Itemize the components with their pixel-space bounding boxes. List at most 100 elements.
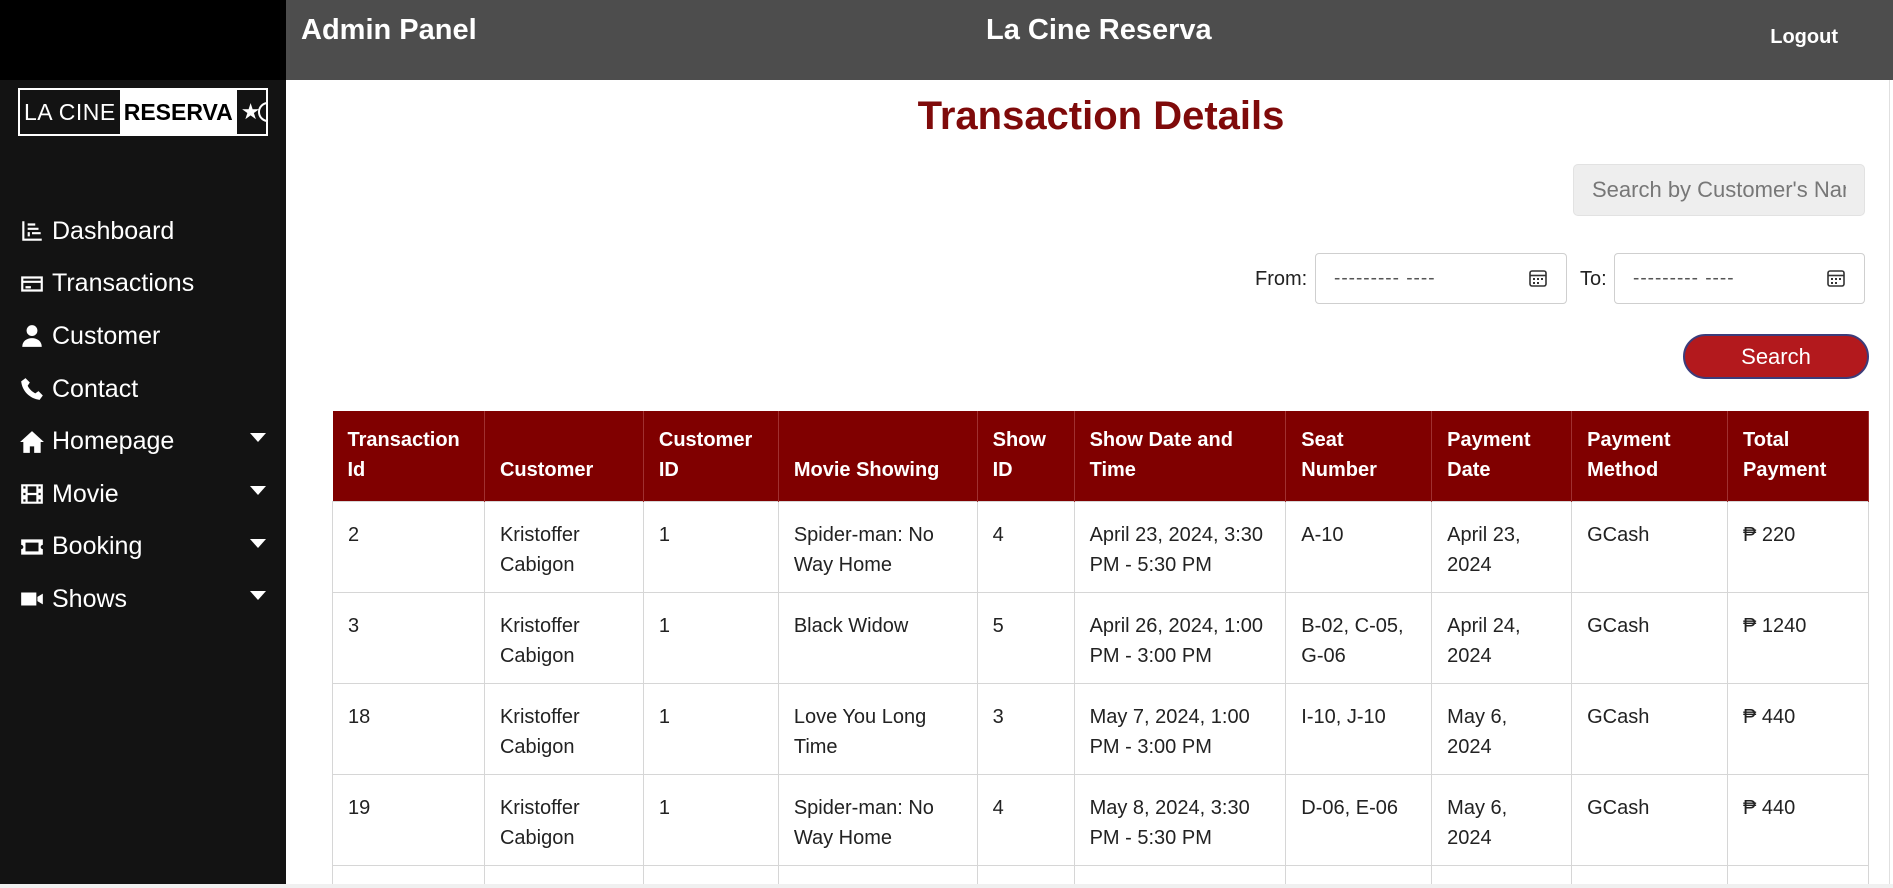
- table-cell: Spider-man: No Way Home: [777, 773, 978, 866]
- to-label: To:: [1580, 268, 1607, 290]
- table-cell: ₱ 440: [1727, 682, 1869, 775]
- table-cell: D-06, E-06: [1285, 773, 1433, 866]
- sidebar-item-dashboard[interactable]: Dashboard: [0, 205, 286, 258]
- logo-text-light: LA CINE: [24, 98, 116, 125]
- table-cell: Spider-man: No Way Home: [777, 500, 978, 593]
- table-cell: [642, 864, 779, 886]
- column-header[interactable]: Movie Showing: [778, 411, 978, 501]
- table-cell: GCash: [1571, 773, 1728, 866]
- column-header[interactable]: Show Date and Time: [1074, 411, 1287, 501]
- column-header[interactable]: Customer ID: [643, 411, 779, 501]
- table-row[interactable]: 2 Kristoffer Cabigon 1 Spider-man: No Wa…: [332, 500, 1869, 593]
- chart-icon: [18, 217, 46, 245]
- table-cell: 1: [642, 500, 779, 593]
- from-date-placeholder: --------- ----: [1334, 268, 1436, 289]
- sidebar-item-label: Homepage: [52, 427, 175, 456]
- column-header[interactable]: Transaction Id: [332, 411, 485, 501]
- sidebar-item-label: Customer: [52, 321, 161, 350]
- search-button[interactable]: Search: [1683, 334, 1869, 379]
- table-cell: April 23, 2024: [1431, 500, 1573, 593]
- caret-down-icon[interactable]: [250, 538, 266, 548]
- table-cell: May 6, 2024: [1431, 773, 1573, 866]
- sidebar-item-shows[interactable]: Shows: [0, 573, 286, 626]
- table-cell: 3: [332, 591, 485, 684]
- home-icon: [18, 428, 46, 456]
- sidebar-item-label: Booking: [52, 532, 143, 561]
- logout-link[interactable]: Logout: [1770, 26, 1838, 49]
- table-cell: GCash: [1571, 591, 1728, 684]
- table-cell: Kristoffer Cabigon: [483, 773, 644, 866]
- phone-icon: [18, 375, 46, 403]
- table-row[interactable]: 3 Kristoffer Cabigon 1 Black Widow 5 Apr…: [332, 591, 1869, 684]
- column-header[interactable]: Payment Date: [1431, 411, 1573, 501]
- table-cell: April 24, 2024: [1431, 591, 1573, 684]
- transactions-table: Transaction Id Customer Customer ID Movi…: [332, 411, 1869, 886]
- column-header[interactable]: Show ID: [977, 411, 1075, 501]
- calendar-icon[interactable]: [1826, 268, 1846, 288]
- table-cell: 5: [976, 591, 1075, 684]
- table-cell: [1431, 864, 1573, 886]
- ticket-icon: [18, 533, 46, 561]
- film-icon: [18, 480, 46, 508]
- table-cell: 19: [332, 773, 485, 866]
- date-filter-row: From: --------- ---- To: --------- ----: [286, 253, 1893, 305]
- table-cell: 1: [642, 591, 779, 684]
- sidebar-top-bar: [0, 0, 286, 80]
- table-row[interactable]: 19 Kristoffer Cabigon 1 Spider-man: No W…: [332, 773, 1869, 866]
- caret-down-icon[interactable]: [250, 433, 266, 443]
- column-header[interactable]: Payment Method: [1571, 411, 1728, 501]
- table-cell: ₱ 1240: [1727, 591, 1869, 684]
- video-camera-icon: [18, 585, 46, 613]
- table-cell: 3: [976, 682, 1075, 775]
- sidebar-item-homepage[interactable]: Homepage: [0, 415, 286, 468]
- table-cell: [1073, 864, 1287, 886]
- caret-down-icon[interactable]: [250, 591, 266, 601]
- table-cell: May 6, 2024: [1431, 682, 1573, 775]
- table-cell: [483, 864, 644, 886]
- site-title: La Cine Reserva: [986, 14, 1212, 46]
- table-row[interactable]: 18 Kristoffer Cabigon 1 Love You Long Ti…: [332, 682, 1869, 775]
- table-cell: Kristoffer Cabigon: [483, 591, 644, 684]
- table-cell: GCash: [1571, 682, 1728, 775]
- table-cell: [332, 864, 485, 886]
- sidebar-item-label: Dashboard: [52, 216, 175, 245]
- column-header[interactable]: Customer: [484, 411, 644, 501]
- sidebar-item-customer[interactable]: Customer: [0, 310, 286, 363]
- from-date-input[interactable]: --------- ----: [1315, 253, 1567, 304]
- table-cell: Kristoffer Cabigon: [483, 500, 644, 593]
- to-date-input[interactable]: --------- ----: [1614, 253, 1865, 304]
- column-header[interactable]: Seat Number: [1285, 411, 1433, 501]
- sidebar-item-movie[interactable]: Movie: [0, 468, 286, 521]
- table-cell: I-10, J-10: [1285, 682, 1433, 775]
- customer-search-input[interactable]: [1573, 164, 1865, 216]
- table-cell: 4: [976, 773, 1075, 866]
- logo-star-icon: ★: [240, 99, 261, 124]
- table-cell: [777, 864, 978, 886]
- brand-logo[interactable]: LA CINE RESERVA ★: [18, 88, 268, 136]
- caret-down-icon[interactable]: [250, 485, 266, 495]
- sidebar-nav: Dashboard Transactions Customer Contact: [0, 205, 286, 626]
- top-header: Admin Panel La Cine Reserva Logout: [286, 0, 1893, 80]
- table-cell: 1: [642, 773, 779, 866]
- to-date-placeholder: --------- ----: [1633, 268, 1735, 289]
- vertical-scrollbar[interactable]: [1889, 80, 1890, 884]
- sidebar-item-booking[interactable]: Booking: [0, 521, 286, 574]
- calendar-icon[interactable]: [1528, 268, 1548, 288]
- sidebar-item-contact[interactable]: Contact: [0, 363, 286, 416]
- table-cell: [1285, 864, 1433, 886]
- main-content: Transaction Details From: --------- ----…: [286, 80, 1893, 886]
- table-cell: May 7, 2024, 1:00 PM - 3:00 PM: [1073, 682, 1287, 775]
- column-header[interactable]: Total Payment: [1727, 411, 1869, 501]
- from-label: From:: [1255, 268, 1308, 290]
- logo-text-dark: RESERVA: [119, 90, 237, 134]
- table-cell: 4: [976, 500, 1075, 593]
- app-root: LA CINE RESERVA ★ Dashboard Transactions: [0, 0, 1893, 888]
- table-header-row: Transaction Id Customer Customer ID Movi…: [332, 411, 1869, 501]
- sidebar-item-label: Transactions: [52, 269, 195, 298]
- table-cell: April 23, 2024, 3:30 PM - 5:30 PM: [1073, 500, 1287, 593]
- sidebar-item-label: Shows: [52, 584, 128, 613]
- sidebar-item-label: Movie: [52, 479, 119, 508]
- sidebar-item-transactions[interactable]: Transactions: [0, 258, 286, 311]
- table-cell: Love You Long Time: [777, 682, 978, 775]
- credit-card-icon: [18, 270, 46, 298]
